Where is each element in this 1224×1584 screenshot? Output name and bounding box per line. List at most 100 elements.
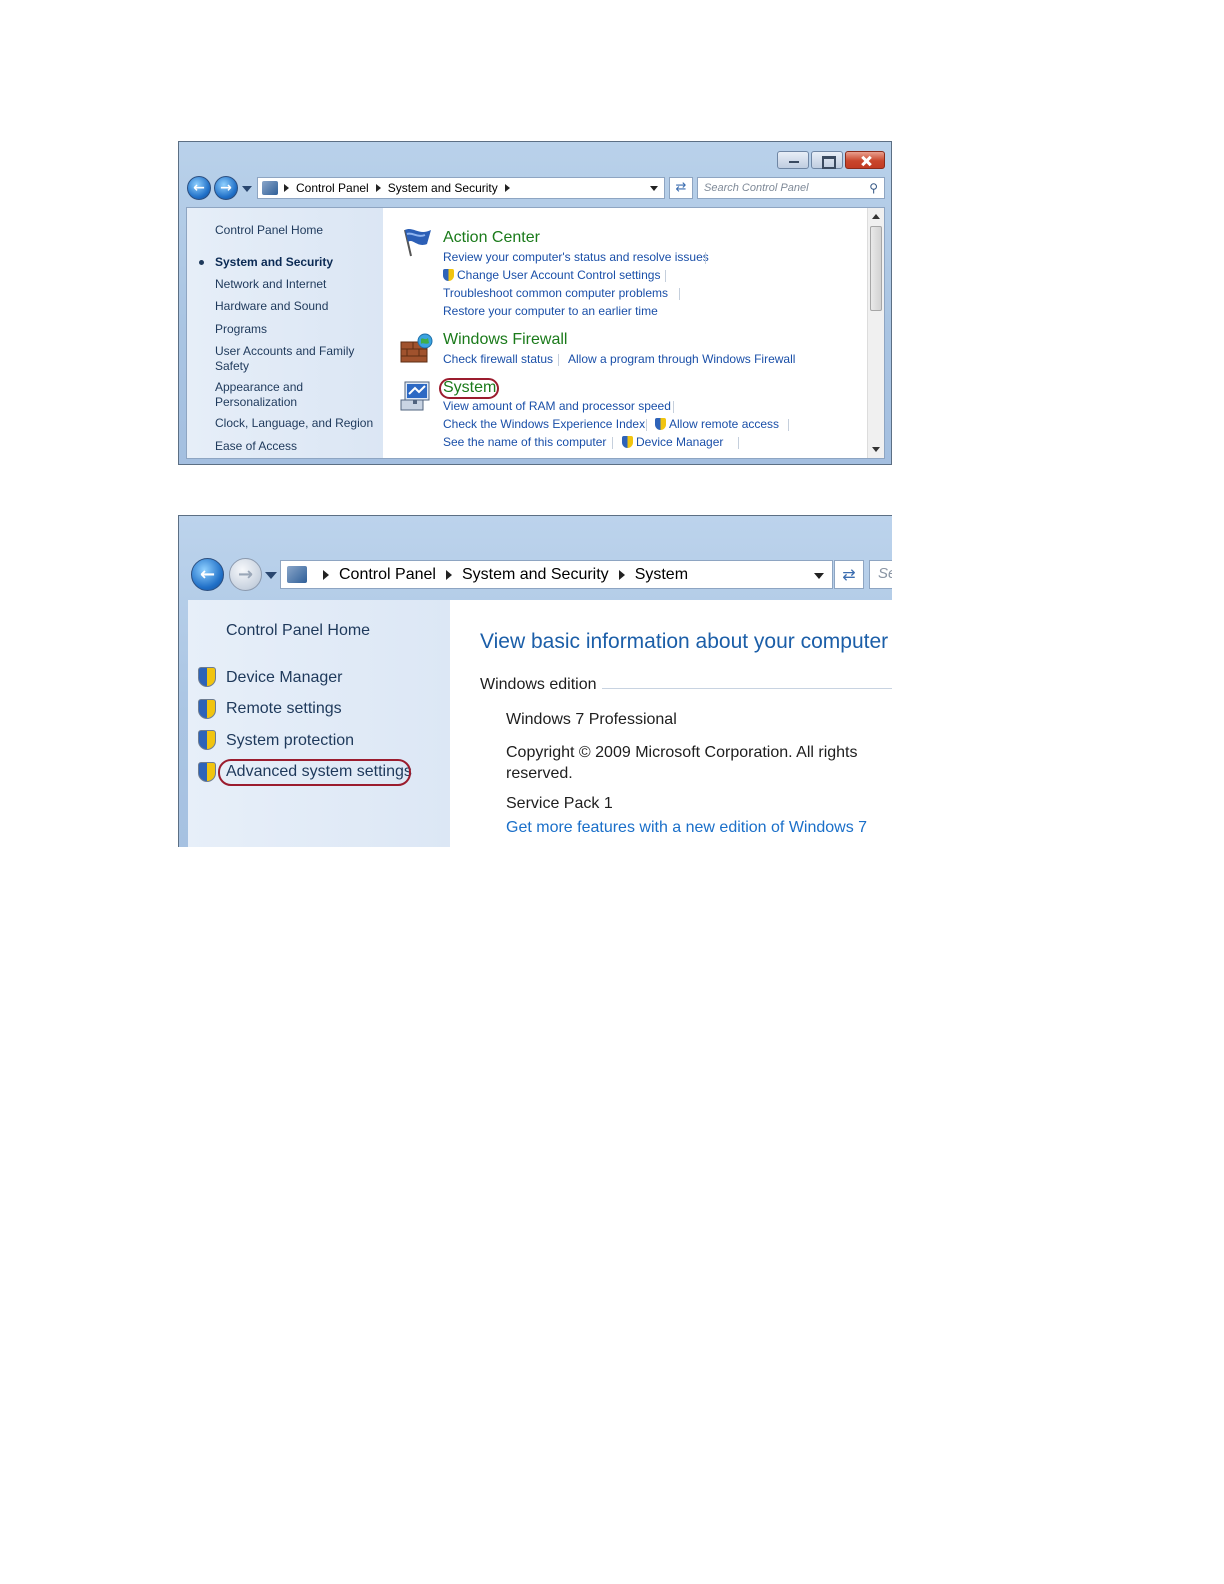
control-panel-icon [262, 181, 278, 195]
active-bullet-icon [199, 260, 204, 265]
link-allow-remote-access-label[interactable]: Allow remote access [669, 417, 779, 431]
breadcrumb-arrow-icon[interactable] [618, 569, 625, 580]
link-review-status[interactable]: Review your computer's status and resolv… [443, 250, 709, 264]
breadcrumb-arrow-icon[interactable] [284, 184, 289, 192]
sidebar-item-clock-language-region[interactable]: Clock, Language, and Region [215, 416, 375, 431]
control-panel-window-system-security: ← → Control Panel System and Security ⇄ … [178, 141, 892, 465]
link-separator [558, 354, 559, 366]
link-separator [679, 288, 680, 300]
copyright-text: Copyright © 2009 Microsoft Corporation. … [506, 744, 858, 782]
link-separator [788, 419, 789, 431]
breadcrumb-control-panel[interactable]: Control Panel [296, 181, 369, 195]
sidebar-item-system-protection[interactable]: System protection [226, 732, 354, 750]
back-button[interactable]: ← [187, 176, 211, 200]
link-view-ram-processor[interactable]: View amount of RAM and processor speed [443, 399, 671, 413]
edition-value: Windows 7 Professional [506, 711, 677, 728]
sidebar-item-control-panel-home[interactable]: Control Panel Home [215, 223, 375, 238]
link-separator [665, 270, 666, 282]
window-content: Control Panel Home Device Manager Remote… [188, 600, 892, 847]
scrollbar-thumb[interactable] [870, 226, 882, 311]
sidebar-item-network-and-internet[interactable]: Network and Internet [215, 277, 375, 292]
group-label-windows-edition: Windows edition [480, 676, 597, 693]
sidebar-item-device-manager[interactable]: Device Manager [226, 669, 343, 687]
scroll-down-arrow-icon[interactable] [872, 447, 880, 452]
minimize-button[interactable] [777, 151, 809, 169]
page-title: View basic information about your comput… [480, 630, 889, 653]
link-experience-index[interactable]: Check the Windows Experience Index [443, 417, 645, 431]
maximize-button[interactable] [811, 151, 843, 169]
forward-button[interactable]: → [214, 176, 238, 200]
link-separator [646, 419, 647, 431]
vertical-scrollbar[interactable] [867, 208, 884, 458]
sidebar-item-programs[interactable]: Programs [215, 322, 375, 337]
breadcrumb-arrow-icon[interactable] [445, 569, 452, 580]
link-separator [705, 252, 706, 264]
search-input[interactable]: Search Control Panel ⚲ [697, 177, 885, 199]
section-title-windows-firewall[interactable]: Windows Firewall [443, 331, 567, 349]
search-placeholder: Search Control Panel [704, 182, 809, 194]
refresh-button[interactable]: ⇄ [834, 560, 864, 589]
highlight-oval-system [439, 378, 499, 399]
link-check-firewall[interactable]: Check firewall status [443, 352, 553, 366]
address-bar[interactable]: Control Panel System and Security [257, 177, 665, 199]
forward-button[interactable]: → [229, 558, 262, 591]
link-separator [673, 401, 674, 413]
address-bar[interactable]: Control Panel System and Security System [280, 560, 833, 589]
back-button[interactable]: ← [191, 558, 224, 591]
breadcrumb-system[interactable]: System [635, 566, 688, 584]
link-troubleshoot[interactable]: Troubleshoot common computer problems [443, 286, 668, 300]
recent-pages-dropdown-icon[interactable] [242, 186, 252, 192]
sidebar-item-user-accounts[interactable]: User Accounts and Family Safety [215, 344, 355, 374]
service-pack-value: Service Pack 1 [506, 795, 613, 812]
recent-pages-dropdown-icon[interactable] [265, 572, 277, 579]
close-button[interactable] [845, 151, 885, 169]
link-change-uac-label[interactable]: Change User Account Control settings [457, 268, 660, 282]
sidebar: Control Panel Home System and Security N… [187, 208, 383, 458]
sidebar-item-system-and-security[interactable]: System and Security [215, 255, 375, 270]
link-computer-name[interactable]: See the name of this computer [443, 435, 606, 449]
windows-firewall-icon [400, 333, 433, 363]
section-title-action-center[interactable]: Action Center [443, 229, 540, 247]
control-panel-window-system: ← → Control Panel System and Security Sy… [178, 515, 892, 847]
uac-shield-icon [655, 418, 666, 430]
main-panel: View basic information about your comput… [450, 600, 892, 847]
breadcrumb-system-and-security[interactable]: System and Security [462, 566, 609, 584]
link-allow-remote-access[interactable]: Allow remote access [655, 417, 779, 431]
search-icon[interactable]: ⚲ [869, 181, 878, 195]
uac-shield-icon [198, 730, 216, 750]
sidebar-item-ease-of-access[interactable]: Ease of Access [215, 439, 375, 454]
scroll-up-arrow-icon[interactable] [872, 214, 880, 219]
link-allow-program-firewall[interactable]: Allow a program through Windows Firewall [568, 352, 795, 366]
sidebar-item-hardware-and-sound[interactable]: Hardware and Sound [215, 299, 375, 314]
window-content: Control Panel Home System and Security N… [186, 207, 885, 459]
uac-shield-icon [622, 436, 633, 448]
refresh-button[interactable]: ⇄ [669, 177, 693, 199]
link-separator [612, 437, 613, 449]
sidebar-item-control-panel-home[interactable]: Control Panel Home [226, 622, 370, 640]
link-change-uac[interactable]: Change User Account Control settings [443, 268, 660, 282]
breadcrumb-arrow-icon[interactable] [504, 184, 510, 192]
breadcrumb-system-and-security[interactable]: System and Security [388, 181, 498, 195]
link-restore[interactable]: Restore your computer to an earlier time [443, 304, 658, 318]
address-dropdown-icon[interactable] [814, 573, 824, 579]
sidebar-item-remote-settings[interactable]: Remote settings [226, 700, 342, 718]
system-computer-icon [287, 566, 307, 583]
system-computer-icon [400, 381, 430, 411]
search-input[interactable]: Se [869, 560, 892, 589]
link-device-manager[interactable]: Device Manager [622, 435, 723, 449]
breadcrumb-arrow-icon[interactable] [375, 184, 381, 192]
uac-shield-icon [198, 667, 216, 687]
address-dropdown-icon[interactable] [650, 186, 658, 191]
breadcrumb-arrow-icon[interactable] [323, 569, 329, 580]
uac-shield-icon [198, 762, 216, 782]
link-get-more-features[interactable]: Get more features with a new edition of … [506, 819, 867, 837]
sidebar-item-appearance[interactable]: Appearance and Personalization [215, 380, 315, 410]
refresh-icon: ⇄ [675, 180, 687, 195]
group-divider [602, 688, 892, 689]
search-placeholder: Se [878, 565, 892, 582]
main-panel: Action Center Review your computer's sta… [383, 208, 873, 458]
link-device-manager-label[interactable]: Device Manager [636, 435, 723, 449]
uac-shield-icon [443, 269, 454, 281]
breadcrumb-control-panel[interactable]: Control Panel [339, 566, 436, 584]
window-caption-buttons [775, 151, 885, 169]
